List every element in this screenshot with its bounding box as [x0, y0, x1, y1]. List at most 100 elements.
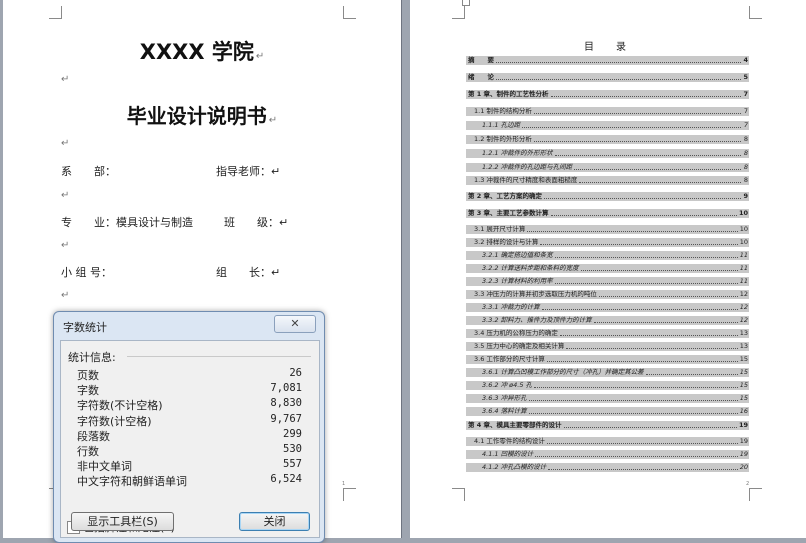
toc-entry[interactable]: 3.4 压力机的公称压力的确定 13: [466, 329, 749, 338]
toc-entry-page: 12: [739, 316, 748, 324]
statistic-row: 中文字符和朝鲜语单词 6,524: [77, 473, 302, 488]
statistic-label: 非中文单词: [77, 460, 132, 474]
toc-entry[interactable]: 3.2.1 确定搭边值和条宽 11: [466, 251, 749, 260]
toc-entry-page: 19: [738, 421, 748, 429]
toc-entry[interactable]: 3.6 工作部分的尺寸计算 15: [466, 355, 749, 364]
leader-label: 组 长：↵: [216, 266, 281, 279]
statistic-value: 299: [283, 427, 302, 440]
toc-entry-title: 第 1 章、制件的工艺性分析: [468, 90, 549, 98]
toc-entry[interactable]: 1.1.1 孔边距 7: [466, 121, 749, 130]
crop-mark: [749, 6, 762, 19]
toc-entry[interactable]: 第 1 章、制件的工艺性分析 7: [466, 90, 749, 99]
toc-entry-page: 9: [743, 192, 748, 200]
dialog-titlebar[interactable]: 字数统计 ✕: [54, 312, 324, 340]
statistic-row: 字符数(计空格) 9,767: [77, 413, 302, 428]
toc-entry[interactable]: 1.2 制件的外形分析 8: [466, 135, 749, 144]
toc-entry-page: 13: [739, 342, 748, 350]
department-line[interactable]: 系 部： 指导老师：↵: [61, 163, 280, 179]
toc-entry[interactable]: 3.6.4 落料计算 16: [466, 407, 749, 416]
show-toolbar-button[interactable]: 显示工具栏(S): [71, 512, 174, 531]
toc-entry[interactable]: 1.3 冲裁件的尺寸精度和表面粗糙度 8: [466, 176, 749, 185]
page-number: 1: [342, 481, 346, 487]
statistic-row: 字符数(不计空格) 8,830: [77, 397, 302, 412]
toc-entry[interactable]: 4.1 工作零件的结构设计 19: [466, 437, 749, 446]
paragraph-mark: ↵: [61, 290, 70, 301]
toc-leader-dots: [544, 192, 741, 199]
toc-leader-dots: [564, 421, 737, 428]
group-line[interactable]: 小 组 号：组 长：↵: [61, 264, 280, 280]
major-line[interactable]: 专 业：模具设计与制造班 级：↵: [61, 214, 288, 230]
statistic-row: 段落数 299: [77, 428, 302, 443]
toc-entry[interactable]: 3.1 展开尺寸计算 10: [466, 225, 749, 234]
toc-entry-title: 1.2.2 冲裁件的孔边距与孔间距: [482, 163, 573, 171]
toc-entry[interactable]: 3.2 排样的设计与计算 10: [466, 238, 749, 247]
toc-leader-dots: [594, 316, 738, 323]
toc-entry[interactable]: 1.2.1 冲裁件的外形形状 8: [466, 149, 749, 158]
toc-leader-dots: [574, 163, 741, 170]
toc-entry-page: 10: [738, 209, 748, 217]
document-page-2[interactable]: 目 录 摘 要4绪 论5第 1 章、制件的工艺性分析 7 1.1 制件的结构分析 7 1…: [410, 0, 806, 538]
class-label: 班 级：↵: [224, 216, 289, 229]
statistic-label: 字数: [77, 384, 99, 398]
paragraph-mark: ↵: [61, 190, 70, 201]
toc-entry-page: 15: [739, 355, 748, 363]
toc-entry-title: 绪 论: [468, 73, 494, 81]
toc-leader-dots: [542, 303, 738, 310]
toc-leader-dots: [599, 290, 738, 297]
toc-entry[interactable]: 3.6.3 冲异形孔 15: [466, 394, 749, 403]
crop-mark: [343, 488, 356, 501]
toc-entry[interactable]: 3.6.2 冲 ø4.5 孔 15: [466, 381, 749, 390]
toc-entry[interactable]: 第 3 章、主要工艺参数计算 10: [466, 209, 749, 218]
toc-entry-page: 13: [739, 329, 748, 337]
toc-entry-page: 8: [743, 176, 748, 184]
toc-entry[interactable]: 4.1.2 冲孔凸模的设计 20: [466, 463, 749, 472]
statistic-row: 字数 7,081: [77, 382, 302, 397]
toc-entry-title: 3.3.1 冲裁力的计算: [482, 303, 540, 311]
statistic-value: 6,524: [270, 473, 302, 486]
toc-entry-title: 3.3 冲压力的计算并初步选取压力机的吨位: [474, 290, 597, 298]
toc-entry[interactable]: 1.2.2 冲裁件的孔边距与孔间距 8: [466, 163, 749, 172]
toc-entry-title: 3.3.2 卸料力、推件力及顶件力的计算: [482, 316, 592, 324]
toc-leader-dots: [581, 264, 738, 271]
close-icon[interactable]: ✕: [274, 315, 316, 333]
toc-entry-title: 1.1.1 孔边距: [482, 121, 521, 129]
toc-entry[interactable]: 3.6.1 计算凸凹模工作部分的尺寸（冲孔）并确定其公差 15: [466, 368, 749, 377]
toc-title[interactable]: 目 录: [410, 38, 806, 53]
statistic-value: 530: [283, 443, 302, 455]
toc-entry[interactable]: 第 4 章、模具主要零部件的设计 19: [466, 421, 749, 430]
close-button[interactable]: 关闭: [239, 512, 310, 531]
document-title[interactable]: 毕业设计说明书 ↵: [3, 100, 401, 129]
toc-entry-title: 3.2.3 计算材料的利用率: [482, 277, 553, 285]
paragraph-mark: ↵: [61, 138, 70, 149]
toc-entry[interactable]: 3.3.1 冲裁力的计算 12: [466, 303, 749, 312]
toc-entry-page: 8: [743, 135, 748, 143]
toc-entry-page: 19: [739, 450, 748, 458]
toc-entry[interactable]: 1.1 制件的结构分析 7: [466, 107, 749, 116]
toc-entry[interactable]: 第 2 章、工艺方案的确定 9: [466, 192, 749, 201]
toc-entry[interactable]: 3.3 冲压力的计算并初步选取压力机的吨位 12: [466, 290, 749, 299]
college-title[interactable]: XXXX 学院 ↵: [3, 36, 401, 66]
toc-entry[interactable]: 3.5 压力中心的确定及相关计算 13: [466, 342, 749, 351]
toc-entry-title: 3.5 压力中心的确定及相关计算: [474, 342, 565, 350]
toc-entry[interactable]: 3.2.2 计算送料步距和条料的宽度 11: [466, 264, 749, 273]
crop-mark: [343, 6, 356, 19]
toc-entry-page: 20: [739, 463, 748, 471]
toc-entry[interactable]: 3.3.2 卸料力、推件力及顶件力的计算 12: [466, 316, 749, 325]
toc-entry-title: 3.6.4 落料计算: [482, 407, 527, 415]
toc-entry[interactable]: 3.2.3 计算材料的利用率 11: [466, 277, 749, 286]
toc-entry[interactable]: 绪 论 5: [466, 73, 749, 82]
advisor-label: 指导老师：↵: [216, 165, 281, 178]
toc-entry[interactable]: 4.1.1 凹模的设计 19: [466, 450, 749, 459]
toc-entry-page: 7: [743, 121, 748, 129]
toc-leader-dots: [548, 463, 738, 470]
statistic-row: 页数 26: [77, 367, 302, 382]
toc-entry[interactable]: 摘 要 4: [466, 56, 749, 65]
toc-leader-dots: [529, 407, 738, 414]
statistic-value: 8,830: [270, 397, 302, 410]
toc-entry-title: 第 4 章、模具主要零部件的设计: [468, 421, 562, 429]
toc-leader-dots: [534, 135, 741, 142]
toc-leader-dots: [646, 368, 738, 375]
toc-entry-title: 3.6.1 计算凸凹模工作部分的尺寸（冲孔）并确定其公差: [482, 368, 644, 376]
toc-entry-title: 3.1 展开尺寸计算: [474, 225, 526, 233]
dialog-title: 字数统计: [63, 321, 107, 334]
